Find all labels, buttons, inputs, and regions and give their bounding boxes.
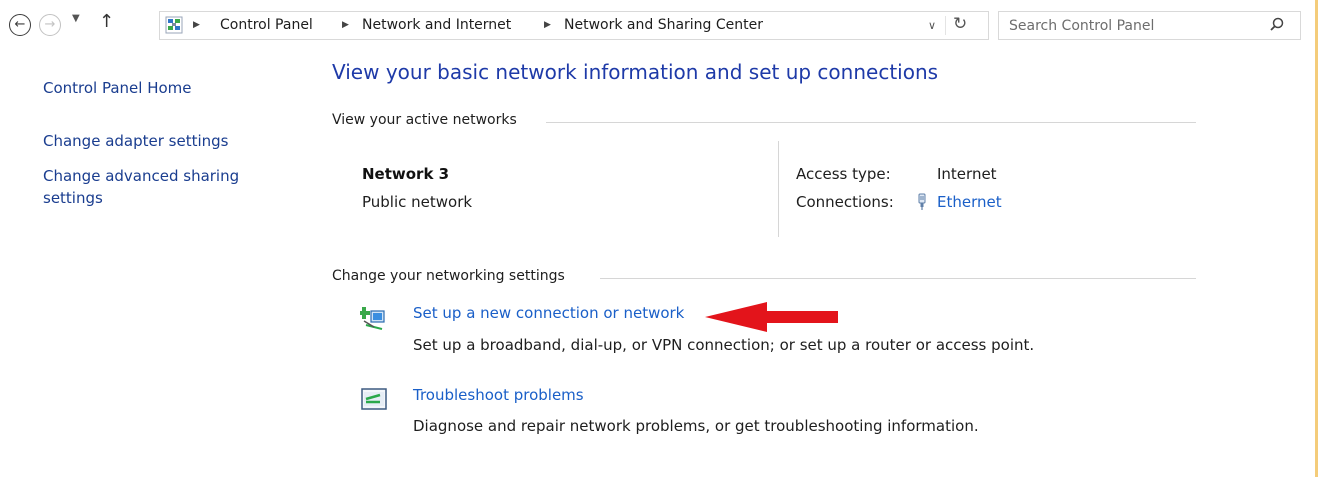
network-type: Public network [362,193,473,211]
setup-connection-link[interactable]: Set up a new connection or network [413,304,684,322]
access-type-label: Access type: [796,165,891,183]
setup-connection-description: Set up a broadband, dial-up, or VPN conn… [413,336,1035,354]
ethernet-link[interactable]: Ethernet [937,193,1002,211]
section-divider [546,122,1196,123]
networking-settings-heading: Change your networking settings [332,268,565,284]
troubleshoot-description: Diagnose and repair network problems, or… [413,417,979,435]
nav-change-advanced-sharing-settings[interactable]: Change advanced sharing settings [43,165,263,209]
ethernet-plug-icon [918,193,926,210]
back-button[interactable]: ← [9,14,31,36]
access-type-value: Internet [937,165,997,183]
nav-change-adapter-settings[interactable]: Change adapter settings [43,130,273,152]
page-title: View your basic network information and … [332,60,939,84]
connections-label: Connections: [796,193,894,211]
control-panel-icon [165,16,183,34]
section-divider [600,278,1196,279]
breadcrumb-separator-icon[interactable]: ▶ [193,20,200,30]
up-button[interactable]: ↑ [99,11,114,32]
breadcrumb-separator-icon[interactable]: ▶ [544,20,551,30]
vertical-divider [778,141,779,237]
breadcrumb-network-and-internet[interactable]: Network and Internet [362,17,511,33]
search-box[interactable] [998,11,1301,40]
nav-control-panel-home[interactable]: Control Panel Home [43,77,273,99]
breadcrumb-separator-icon[interactable]: ▶ [342,20,349,30]
network-name: Network 3 [362,165,450,183]
breadcrumb-network-and-sharing-center[interactable]: Network and Sharing Center [564,17,763,33]
recent-locations-button[interactable]: ▼ [72,13,80,24]
active-networks-heading: View your active networks [332,112,517,128]
divider [945,16,946,35]
refresh-icon[interactable]: ↻ [953,14,967,34]
red-arrow-annotation [705,302,838,332]
address-bar[interactable]: ▶ Control Panel ▶ Network and Internet ▶… [159,11,989,40]
troubleshoot-link[interactable]: Troubleshoot problems [413,386,584,404]
search-input[interactable] [1005,16,1263,35]
chevron-down-icon[interactable]: ∨ [928,19,936,32]
breadcrumb-control-panel[interactable]: Control Panel [220,17,313,33]
new-connection-icon [360,307,385,330]
forward-button[interactable]: → [39,14,61,36]
troubleshoot-icon [361,388,387,410]
search-icon[interactable] [1269,16,1285,34]
